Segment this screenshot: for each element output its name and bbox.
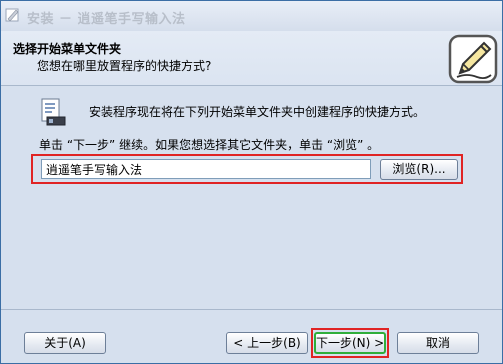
- pencil-paper-icon: [448, 34, 498, 84]
- page-title: 选择开始菜单文件夹: [13, 42, 122, 56]
- window-title: 安装 － 逍遥笔手写输入法: [27, 12, 186, 27]
- start-menu-folder-input[interactable]: [41, 159, 371, 179]
- installer-icon: [5, 8, 19, 22]
- page-subtitle: 您想在哪里放置程序的快捷方式?: [37, 59, 212, 73]
- wizard-content: 安装程序现在将在下列开始菜单文件夹中创建程序的快捷方式。 单击 “下一步” 继续…: [1, 86, 502, 309]
- back-button[interactable]: < 上一步(B): [226, 332, 308, 354]
- cancel-button[interactable]: 取消: [397, 332, 479, 354]
- program-shortcut-icon: [41, 98, 66, 126]
- next-button[interactable]: 下一步(N) >: [314, 332, 386, 354]
- intro-text: 安装程序现在将在下列开始菜单文件夹中创建程序的快捷方式。: [89, 105, 426, 119]
- about-button[interactable]: 关于(A): [24, 332, 106, 354]
- title-bar[interactable]: 安装 － 逍遥笔手写输入法: [1, 1, 502, 31]
- setup-window: 安装 － 逍遥笔手写输入法 选择开始菜单文件夹 您想在哪里放置程序的快捷方式? …: [0, 0, 503, 364]
- hint-text: 单击 “下一步” 继续。如果您想选择其它文件夹，单击 “浏览” 。: [39, 138, 380, 152]
- wizard-footer: 关于(A) < 上一步(B) 下一步(N) > 取消: [1, 310, 502, 363]
- browse-button[interactable]: 浏览(R)...: [380, 159, 458, 180]
- wizard-header: 选择开始菜单文件夹 您想在哪里放置程序的快捷方式?: [1, 31, 502, 86]
